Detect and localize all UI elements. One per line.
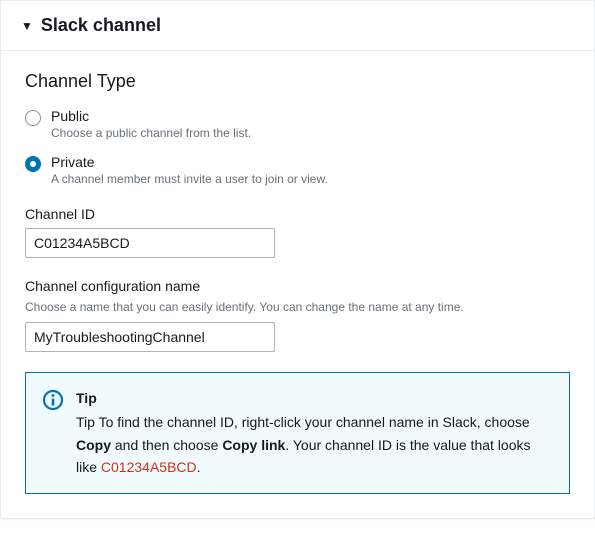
radio-private-desc: A channel member must invite a user to j… xyxy=(51,172,570,186)
config-name-input[interactable] xyxy=(25,322,275,352)
channel-type-radio-group: Public Choose a public channel from the … xyxy=(25,108,570,186)
tip-text: Tip To find the channel ID, right-click … xyxy=(76,411,553,478)
tip-title: Tip xyxy=(76,387,553,409)
tip-box: Tip Tip To find the channel ID, right-cl… xyxy=(25,372,570,494)
channel-id-input[interactable] xyxy=(25,228,275,258)
config-name-label: Channel configuration name xyxy=(25,278,570,294)
channel-id-field: Channel ID xyxy=(25,206,570,258)
config-name-helper: Choose a name that you can easily identi… xyxy=(25,300,570,314)
config-name-field: Channel configuration name Choose a name… xyxy=(25,278,570,352)
channel-type-title: Channel Type xyxy=(25,71,570,92)
panel-header[interactable]: ▼ Slack channel xyxy=(1,1,594,51)
tip-content: Tip Tip To find the channel ID, right-cl… xyxy=(76,387,553,479)
radio-icon xyxy=(25,156,41,172)
slack-channel-panel: ▼ Slack channel Channel Type Public Choo… xyxy=(0,0,595,519)
radio-public-desc: Choose a public channel from the list. xyxy=(51,126,570,140)
radio-public[interactable]: Public Choose a public channel from the … xyxy=(25,108,570,140)
caret-down-icon: ▼ xyxy=(21,20,33,32)
channel-id-label: Channel ID xyxy=(25,206,570,222)
radio-private[interactable]: Private A channel member must invite a u… xyxy=(25,154,570,186)
radio-public-label: Public xyxy=(51,108,570,124)
tip-example-id: C01234A5BCD xyxy=(101,459,197,475)
panel-body: Channel Type Public Choose a public chan… xyxy=(1,51,594,518)
radio-icon xyxy=(25,110,41,126)
info-icon xyxy=(42,389,64,414)
radio-private-label: Private xyxy=(51,154,570,170)
panel-title: Slack channel xyxy=(41,15,161,36)
